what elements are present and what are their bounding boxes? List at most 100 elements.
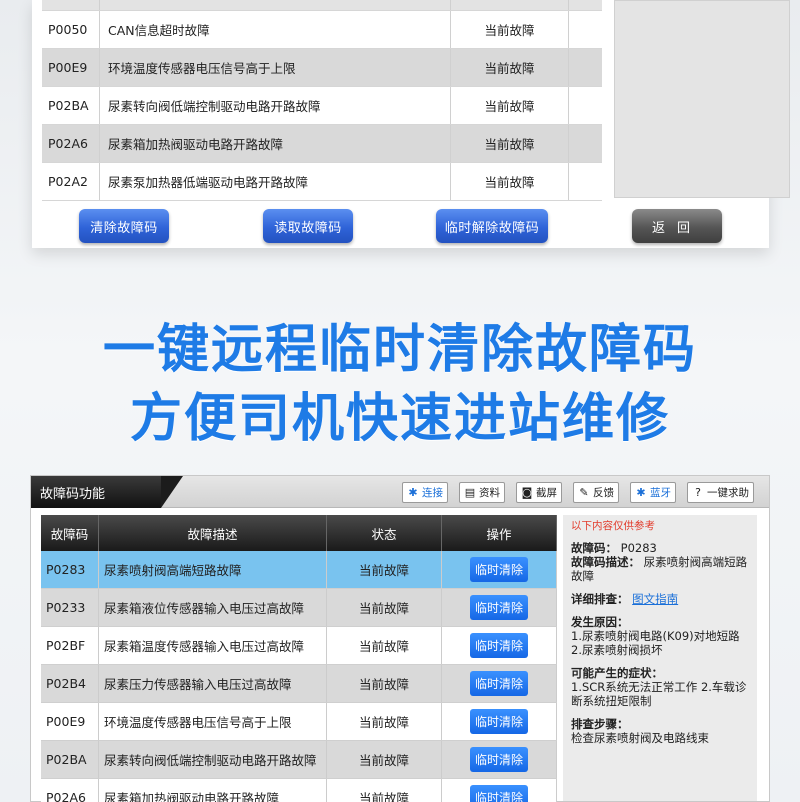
table-row[interactable]: P02BA 尿素转向阀低端控制驱动电路开路故障 当前故障 [42,87,602,125]
fault-code-app-window: 故障码功能 ✱ 连接 ▤ 资料 ◙ 截屏 ✎ 反馈 ✱ 蓝牙 ? 一键求助 故障… [30,475,770,802]
fault-code: P02BA [42,87,100,124]
help-icon: ? [695,486,701,499]
fault-code: P02A2 [42,163,100,200]
info-cause-1: 1.尿素喷射阀电路(K09)对地短路 [571,629,740,643]
fault-status: 当前故障 [451,87,569,124]
table-row[interactable]: P02A2 尿素泵加热器低端驱动电路开路故障 当前故障 [42,163,602,201]
table-row[interactable]: P0233 尿素箱液位传感器输入电压过高故障 当前故障 临时清除 [41,589,557,627]
feedback-button[interactable]: ✎ 反馈 [573,482,619,503]
fault-code: P00E9 [41,703,99,740]
table-row-partial [42,0,602,11]
info-cause-label: 发生原因： [571,615,629,629]
read-fault-codes-button[interactable]: 读取故障码 [263,209,353,243]
fault-code: P0233 [41,589,99,626]
column-header-action: 操作 [442,515,557,551]
fault-code: P00E9 [42,49,100,86]
table-row[interactable]: P00E9 环境温度传感器电压信号高于上限 当前故障 [42,49,602,87]
edit-icon: ✎ [579,486,589,499]
temp-clear-fault-codes-button[interactable]: 临时解除故障码 [436,209,548,243]
column-header-code: 故障码 [41,515,99,551]
fault-desc: 尿素转向阀低端控制驱动电路开路故障 [99,741,327,778]
fault-status: 当前故障 [327,551,442,588]
fault-status: 当前故障 [327,741,442,778]
info-detail-label: 详细排查： [571,592,629,606]
info-desc-label: 故障码描述： [571,555,640,569]
reference-note: 以下内容仅供参考 [571,520,655,532]
fault-desc: 尿素喷射阀高端短路故障 [99,551,327,588]
fault-code: P0283 [41,551,99,588]
temp-clear-button[interactable]: 临时清除 [470,785,528,802]
guide-link[interactable]: 图文指南 [632,592,678,606]
title-bar: 故障码功能 ✱ 连接 ▤ 资料 ◙ 截屏 ✎ 反馈 ✱ 蓝牙 ? 一键求助 [31,476,769,508]
info-detail-block: 详细排查： 图文指南 [571,592,749,606]
fault-status: 当前故障 [327,703,442,740]
fault-desc: 尿素泵加热器低端驱动电路开路故障 [100,163,451,200]
screenshot-button[interactable]: ◙ 截屏 [516,482,562,503]
table-row[interactable]: P00E9 环境温度传感器电压信号高于上限 当前故障 临时清除 [41,703,557,741]
fault-status: 当前故障 [327,779,442,802]
fault-code: P02BA [41,741,99,778]
fault-status: 当前故障 [451,163,569,200]
temp-clear-button[interactable]: 临时清除 [470,709,528,734]
table-row-selected[interactable]: P0283 尿素喷射阀高端短路故障 当前故障 临时清除 [41,551,557,589]
fault-desc: 尿素箱温度传感器输入电压过高故障 [99,627,327,664]
table-row[interactable]: P02BA 尿素转向阀低端控制驱动电路开路故障 当前故障 临时清除 [41,741,557,779]
back-button[interactable]: 返回 [632,209,722,243]
fault-desc: 尿素箱加热阀驱动电路开路故障 [100,125,451,162]
temp-clear-button[interactable]: 临时清除 [470,557,528,582]
info-symptom-text: 1.SCR系统无法正常工作 2.车载诊断系统扭矩限制 [571,680,747,708]
fault-desc: 尿素压力传感器输入电压过高故障 [99,665,327,702]
fault-code: P02A6 [42,125,100,162]
help-button[interactable]: ? 一键求助 [687,482,754,503]
headline-line-1: 一键远程临时清除故障码 [102,320,697,380]
info-code-block: 故障码： P0283 故障码描述： 尿素喷射阀高端短路故障 [571,541,749,583]
fault-code-table: 故障码 故障描述 状态 操作 P0283 尿素喷射阀高端短路故障 当前故障 临时… [41,515,557,802]
headline-line-2: 方便司机快速进站维修 [129,389,670,449]
fault-status: 当前故障 [451,125,569,162]
fault-desc: 尿素箱加热阀驱动电路开路故障 [99,779,327,802]
fault-code-panel-top: P0050 CAN信息超时故障 当前故障 P00E9 环境温度传感器电压信号高于… [32,0,790,248]
info-code-value: P0283 [620,541,657,555]
info-cause-2: 2.尿素喷射阀损坏 [571,643,663,657]
fault-code: P0050 [42,11,100,48]
top-fault-table: P0050 CAN信息超时故障 当前故障 P00E9 环境温度传感器电压信号高于… [42,0,602,201]
fault-desc: 环境温度传感器电压信号高于上限 [100,49,451,86]
fault-code: P02A6 [41,779,99,802]
info-steps-text: 检查尿素喷射阀及电路线束 [571,731,709,745]
table-row[interactable]: P0050 CAN信息超时故障 当前故障 [42,11,602,49]
fault-status: 当前故障 [327,589,442,626]
column-header-desc: 故障描述 [99,515,327,551]
window-title: 故障码功能 [31,476,183,508]
table-header: 故障码 故障描述 状态 操作 [41,515,557,551]
table-row[interactable]: P02A6 尿素箱加热阀驱动电路开路故障 当前故障 [42,125,602,163]
table-row[interactable]: P02BF 尿素箱温度传感器输入电压过高故障 当前故障 临时清除 [41,627,557,665]
info-steps-label: 排查步骤： [571,717,629,731]
temp-clear-button[interactable]: 临时清除 [470,595,528,620]
temp-clear-button[interactable]: 临时清除 [470,671,528,696]
temp-clear-button[interactable]: 临时清除 [470,633,528,658]
fault-status: 当前故障 [451,11,569,48]
bluetooth-button[interactable]: ✱ 蓝牙 [630,482,676,503]
table-row[interactable]: P02A6 尿素箱加热阀驱动电路开路故障 当前故障 临时清除 [41,779,557,802]
fault-info-panel: 以下内容仅供参考 故障码： P0283 故障码描述： 尿素喷射阀高端短路故障 详… [563,515,757,801]
fault-status: 当前故障 [327,627,442,664]
help-label: 一键求助 [707,487,749,499]
connect-label: 连接 [422,487,443,499]
camera-icon: ◙ [521,486,533,499]
temp-clear-button[interactable]: 临时清除 [470,747,528,772]
connect-button[interactable]: ✱ 连接 [402,482,448,503]
table-row[interactable]: P02B4 尿素压力传感器输入电压过高故障 当前故障 临时清除 [41,665,557,703]
docs-button[interactable]: ▤ 资料 [459,482,505,503]
fault-status: 当前故障 [451,49,569,86]
fault-desc: CAN信息超时故障 [100,11,451,48]
bluetooth-icon: ✱ [636,486,646,499]
info-side-panel [614,0,790,198]
screenshot-label: 截屏 [536,487,557,499]
feedback-label: 反馈 [593,487,614,499]
fault-desc: 尿素转向阀低端控制驱动电路开路故障 [100,87,451,124]
clear-fault-codes-button[interactable]: 清除故障码 [79,209,169,243]
fault-status: 当前故障 [327,665,442,702]
info-code-label: 故障码： [571,541,617,555]
bluetooth-icon: ✱ [408,486,418,499]
docs-label: 资料 [479,487,500,499]
